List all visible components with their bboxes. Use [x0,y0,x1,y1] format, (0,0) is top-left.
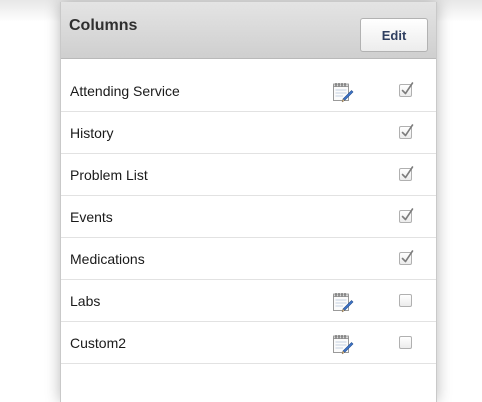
column-label: Medications [70,251,145,267]
panel-header: Columns Edit [61,2,436,59]
column-checkbox[interactable] [399,208,414,223]
column-checkbox[interactable] [399,124,414,139]
column-row-medications: Medications [61,238,436,280]
notepad-pencil-icon[interactable] [332,292,354,313]
column-row-history: History [61,112,436,154]
column-checkbox[interactable] [399,82,414,97]
column-label: Events [70,209,113,225]
column-row-attending-service: Attending Service [61,70,436,112]
column-label: Custom2 [70,335,127,351]
column-checkbox[interactable] [399,294,412,307]
panel-title: Columns [69,17,138,34]
column-checkbox[interactable] [399,166,414,181]
column-row-problem-list: Problem List [61,154,436,196]
notepad-pencil-icon[interactable] [332,334,354,355]
column-label: History [70,125,114,141]
notepad-pencil-icon[interactable] [332,82,354,103]
column-row-custom2: Custom2 [61,322,436,364]
column-list: Attending Service History Problem List E… [61,70,436,364]
column-label: Labs [70,293,101,309]
column-row-labs: Labs [61,280,436,322]
column-row-events: Events [61,196,436,238]
column-label: Problem List [70,167,148,183]
column-label: Attending Service [70,83,180,99]
edit-button[interactable]: Edit [360,18,428,52]
column-checkbox[interactable] [399,250,414,265]
columns-panel: Columns Edit Attending Service History P… [60,2,437,402]
column-checkbox[interactable] [399,336,412,349]
